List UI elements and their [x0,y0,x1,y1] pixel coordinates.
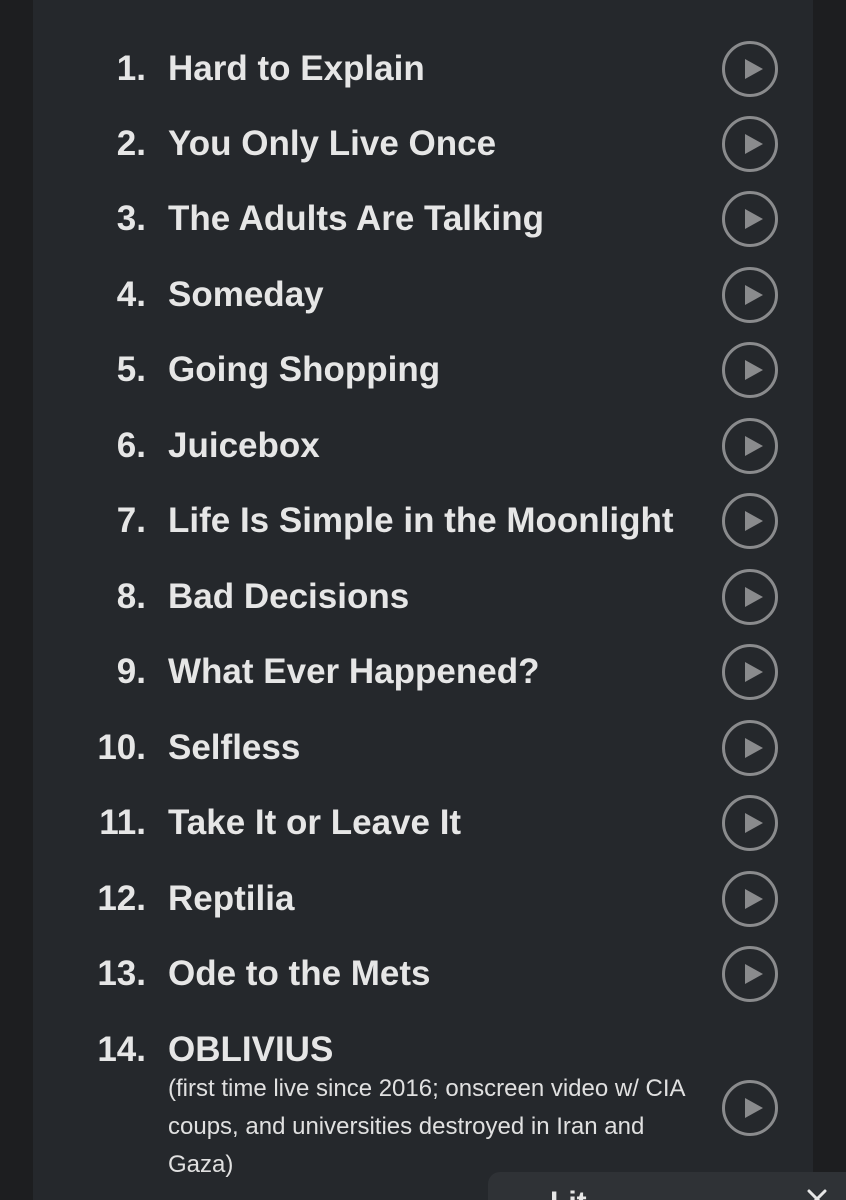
track-title: Take It or Leave It [168,803,462,842]
track-title: The Adults Are Talking [168,199,544,238]
play-button[interactable] [722,418,778,474]
setlist-item: 2. You Only Live Once [0,114,846,174]
bottom-sheet[interactable]: Lit [488,1172,846,1200]
track-title: Juicebox [168,426,320,465]
setlist-item: 1. Hard to Explain [0,39,846,99]
play-icon [745,511,763,531]
play-icon [745,285,763,305]
track-number: 5. [116,350,146,389]
setlist-item: 7. Life Is Simple in the Moonlight [0,491,846,551]
play-button[interactable] [722,795,778,851]
track-number: 1. [116,49,146,88]
track-title: Life Is Simple in the Moonlight [168,501,674,540]
setlist-item: 8. Bad Decisions [0,567,846,627]
track-number: 8. [116,577,146,616]
play-icon [745,813,763,833]
play-icon [745,964,763,984]
track-title: Someday [168,275,324,314]
play-button[interactable] [722,569,778,625]
play-icon [745,1098,763,1118]
page: 1. Hard to Explain 2. You Only Live Once… [0,0,846,1200]
track-title: Hard to Explain [168,49,425,88]
track-title: Bad Decisions [168,577,410,616]
play-button[interactable] [722,493,778,549]
play-button[interactable] [722,41,778,97]
track-number: 12. [97,879,146,918]
setlist-item: 12. Reptilia [0,869,846,929]
track-number: 14. [97,1030,146,1069]
play-button[interactable] [722,1080,778,1136]
play-icon [745,662,763,682]
play-icon [745,360,763,380]
track-note: (first time live since 2016; onscreen vi… [168,1075,685,1178]
play-button[interactable] [722,342,778,398]
play-button[interactable] [722,191,778,247]
track-title: Ode to the Mets [168,954,431,993]
setlist-item: 4. Someday [0,265,846,325]
track-number: 11. [99,803,146,842]
track-title: Selfless [168,728,301,767]
track-number: 13. [97,954,146,993]
track-title: Reptilia [168,879,295,918]
play-icon [745,134,763,154]
setlist-item: 11. Take It or Leave It [0,793,846,853]
sheet-title: Lit [550,1186,610,1200]
play-icon [745,59,763,79]
play-button[interactable] [722,267,778,323]
play-button[interactable] [722,720,778,776]
track-title: Going Shopping [168,350,441,389]
play-button[interactable] [722,644,778,700]
track-title: What Ever Happened? [168,652,540,691]
track-number: 3. [116,199,146,238]
track-number: 2. [116,124,146,163]
play-icon [745,587,763,607]
track-number: 9. [116,652,146,691]
play-icon [745,436,763,456]
track-number: 10. [97,728,146,767]
close-icon[interactable] [806,1188,828,1200]
setlist-item: 14. OBLIVIUS (first time live since 2016… [0,1020,846,1190]
play-icon [745,889,763,909]
track-number: 4. [116,275,146,314]
setlist-item: 13. Ode to the Mets [0,944,846,1004]
play-icon [745,738,763,758]
track-number: 6. [116,426,146,465]
setlist-item: 9. What Ever Happened? [0,642,846,702]
setlist-item: 10. Selfless [0,718,846,778]
play-button[interactable] [722,871,778,927]
play-icon [745,209,763,229]
play-button[interactable] [722,946,778,1002]
track-title: You Only Live Once [168,124,497,163]
setlist-item: 6. Juicebox [0,416,846,476]
setlist-item: 3. The Adults Are Talking [0,189,846,249]
track-number: 7. [116,501,146,540]
play-button[interactable] [722,116,778,172]
setlist-item: 5. Going Shopping [0,340,846,400]
